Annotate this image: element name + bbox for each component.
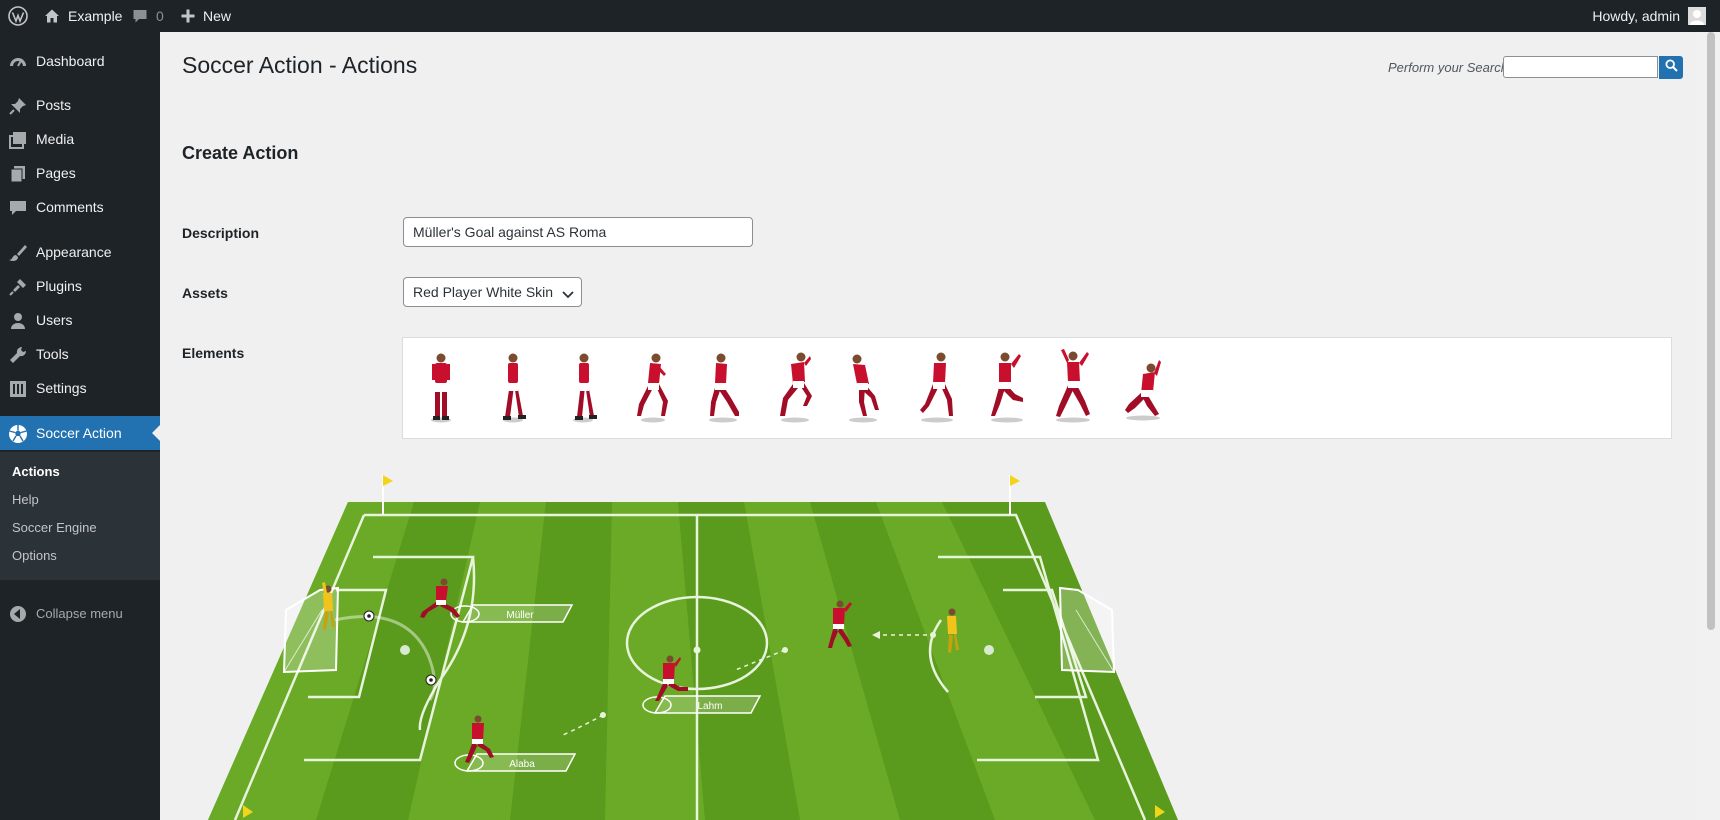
menu-item-comments[interactable]: Comments (0, 190, 160, 224)
player-sprite-sliding[interactable] (1125, 346, 1161, 424)
menu-label: Plugins (36, 278, 82, 294)
assets-select[interactable]: Red Player White Skin (403, 277, 582, 307)
search-label: Perform your Search (1388, 60, 1508, 75)
menu-item-pages[interactable]: Pages (0, 156, 160, 190)
comments-link[interactable]: 0 (132, 0, 164, 32)
player-tag-label: Alaba (509, 759, 535, 770)
player-tag-label: Müller (506, 610, 534, 621)
search-input[interactable] (1503, 56, 1658, 78)
brush-icon (8, 243, 28, 263)
player-tag-label: Lahm (697, 701, 722, 712)
pitch-svg: Müller Lahm Alaba (208, 475, 1178, 820)
user-icon (8, 311, 28, 331)
soccer-ball[interactable] (425, 674, 437, 686)
settings-icon (8, 379, 28, 399)
site-name: Example (68, 8, 123, 24)
menu-item-tools[interactable]: Tools (0, 337, 160, 371)
soccer-ball[interactable] (363, 610, 375, 622)
menu-item-users[interactable]: Users (0, 303, 160, 337)
assets-selected-value: Red Player White Skin (413, 284, 554, 300)
submenu-item-options[interactable]: Options (12, 548, 57, 563)
assets-label: Assets (182, 285, 228, 301)
admin-menu: Dashboard Posts Media Pages Comments App… (0, 32, 160, 820)
description-input[interactable] (403, 217, 753, 247)
menu-item-plugins[interactable]: Plugins (0, 269, 160, 303)
submenu-item-soccer-engine[interactable]: Soccer Engine (12, 520, 97, 535)
menu-item-media[interactable]: Media (0, 122, 160, 156)
player-sprite-shooting[interactable] (1055, 346, 1091, 424)
player-sprite-kicking[interactable] (989, 346, 1025, 424)
avatar (1688, 7, 1706, 25)
plus-icon (181, 9, 195, 23)
my-account-link[interactable]: Howdy, admin (1592, 0, 1706, 32)
menu-label: Posts (36, 97, 72, 113)
menu-item-appearance[interactable]: Appearance (0, 235, 160, 269)
menu-label: Pages (36, 165, 76, 181)
player-sprite-running[interactable] (635, 346, 671, 424)
player-sprite-running[interactable] (845, 346, 881, 424)
pages-icon (8, 164, 28, 184)
home-icon (44, 8, 60, 24)
elements-label: Elements (182, 345, 245, 361)
menu-label: Comments (36, 199, 104, 215)
elements-palette (402, 337, 1672, 439)
collapse-arrow-icon (8, 604, 28, 624)
menu-label: Appearance (36, 244, 112, 260)
media-icon (8, 130, 28, 150)
player-sprite-running[interactable] (705, 346, 741, 424)
collapse-menu-label: Collapse menu (36, 605, 123, 621)
menu-label: Media (36, 131, 75, 147)
new-content-link[interactable]: New (181, 0, 231, 32)
wrench-icon (8, 345, 28, 365)
menu-label: Dashboard (36, 53, 105, 69)
right-goal (1058, 586, 1116, 674)
menu-item-posts[interactable]: Posts (0, 88, 160, 122)
page-title: Soccer Action - Actions (182, 52, 418, 78)
dashboard-icon (8, 52, 28, 72)
comment-bubble-icon (132, 8, 148, 24)
plug-icon (8, 277, 28, 297)
menu-label: Settings (36, 380, 87, 396)
section-title: Create Action (182, 143, 299, 163)
admin-bar: Example 0 New Howdy, admin (0, 0, 1720, 32)
page-scrollbar[interactable] (1703, 32, 1720, 820)
menu-label: Soccer Action (36, 425, 122, 441)
pin-icon (8, 96, 28, 116)
description-label: Description (182, 225, 260, 241)
player-sprite-walking[interactable] (495, 346, 531, 424)
greeting: Howdy, admin (1592, 8, 1680, 24)
player-sprite-standing[interactable] (423, 346, 459, 424)
chevron-down-icon (562, 287, 574, 303)
comments-icon (8, 198, 28, 218)
search-button[interactable] (1659, 56, 1683, 79)
wordpress-logo-icon[interactable] (8, 0, 28, 32)
new-label: New (203, 8, 232, 24)
scrollbar-thumb[interactable] (1707, 32, 1715, 630)
soccer-ball-icon (8, 424, 28, 444)
submenu-item-actions[interactable]: Actions (12, 464, 60, 479)
player-sprite-running[interactable] (777, 346, 813, 424)
menu-label: Tools (36, 346, 69, 362)
soccer-action-submenu: Actions Help Soccer Engine Options (0, 452, 160, 580)
menu-label: Users (36, 312, 73, 328)
collapse-menu-button[interactable]: Collapse menu (0, 596, 160, 630)
player-sprite-walking[interactable] (565, 346, 601, 424)
comment-count: 0 (156, 8, 164, 24)
player-sprite-kicking[interactable] (919, 346, 955, 424)
search-icon (1664, 58, 1678, 77)
soccer-field-canvas[interactable]: Müller Lahm Alaba (160, 460, 1250, 820)
menu-item-dashboard[interactable]: Dashboard (0, 44, 160, 78)
submenu-item-help[interactable]: Help (12, 492, 39, 507)
site-home-link[interactable]: Example (44, 0, 122, 32)
menu-item-settings[interactable]: Settings (0, 371, 160, 405)
menu-item-soccer-action[interactable]: Soccer Action (0, 416, 160, 450)
